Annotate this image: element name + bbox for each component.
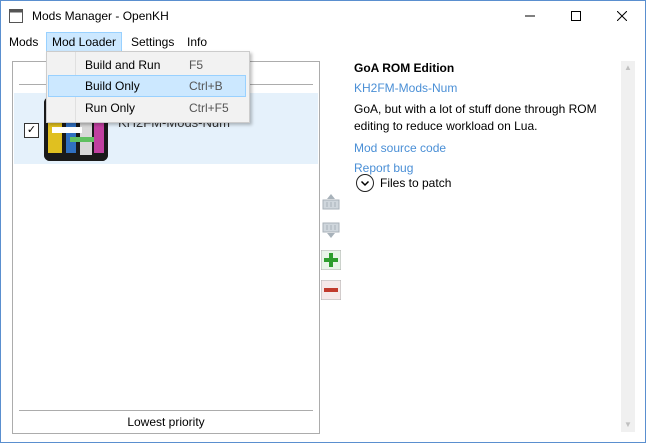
menu-item-label: Run Only [85,101,136,115]
move-down-button[interactable] [320,219,342,241]
move-down-icon [322,222,340,238]
menu-item-run-only[interactable]: Run Only Ctrl+F5 [49,98,245,118]
lowest-priority-label: Lowest priority [127,415,205,429]
title-bar[interactable]: Mods Manager - OpenKH [1,1,645,32]
minus-icon [321,280,341,300]
menu-bar: Mods Mod Loader Settings Info [1,32,645,52]
files-to-patch-expander[interactable]: Files to patch [356,174,451,192]
list-footer-divider [19,410,313,411]
scroll-up-icon[interactable]: ▲ [621,61,635,75]
maximize-icon [571,11,581,21]
report-bug-link[interactable]: Report bug [354,161,624,175]
source-code-link[interactable]: Mod source code [354,141,624,155]
move-up-button[interactable] [320,191,342,213]
menu-item-shortcut: Ctrl+B [189,79,223,93]
minimize-button[interactable] [507,1,553,32]
menu-item-shortcut: Ctrl+F5 [189,101,229,115]
menu-item-label: Build and Run [85,58,161,72]
author-link[interactable]: KH2FM-Mods-Num [354,81,624,95]
menu-item-build-only[interactable]: Build Only Ctrl+B [48,75,246,97]
mod-details-title: GoA ROM Edition [354,61,455,75]
menu-mods[interactable]: Mods [4,33,43,51]
menu-item-shortcut: F5 [189,58,204,72]
close-button[interactable] [599,1,645,32]
menu-settings[interactable]: Settings [126,33,179,51]
window-title: Mods Manager - OpenKH [32,9,169,23]
mod-details-panel: GoA ROM Edition KH2FM-Mods-Num GoA, but … [354,58,624,175]
menu-info[interactable]: Info [182,33,212,51]
close-icon [616,10,628,22]
plus-icon [321,250,341,270]
maximize-button[interactable] [553,1,599,32]
mod-description: GoA, but with a lot of stuff done throug… [354,102,597,133]
menu-item-build-and-run[interactable]: Build and Run F5 [49,55,245,75]
remove-mod-button[interactable] [320,279,342,301]
details-scrollbar[interactable]: ▲ ▼ [621,61,635,432]
minimize-icon [525,15,535,17]
app-icon [9,9,23,23]
files-to-patch-label: Files to patch [380,176,452,190]
mod-loader-menu: Build and Run F5 Build Only Ctrl+B Run O… [46,51,250,123]
menu-item-label: Build Only [85,79,140,93]
scroll-down-icon[interactable]: ▼ [621,418,635,432]
move-up-icon [322,194,340,210]
mod-enabled-checkbox[interactable]: ✓ [24,123,39,138]
menu-mod-loader[interactable]: Mod Loader [46,32,123,52]
main-window: Mods Manager - OpenKH Mods Mod Loader Se… [0,0,646,443]
chevron-down-icon [356,174,374,192]
add-mod-button[interactable] [320,249,342,271]
